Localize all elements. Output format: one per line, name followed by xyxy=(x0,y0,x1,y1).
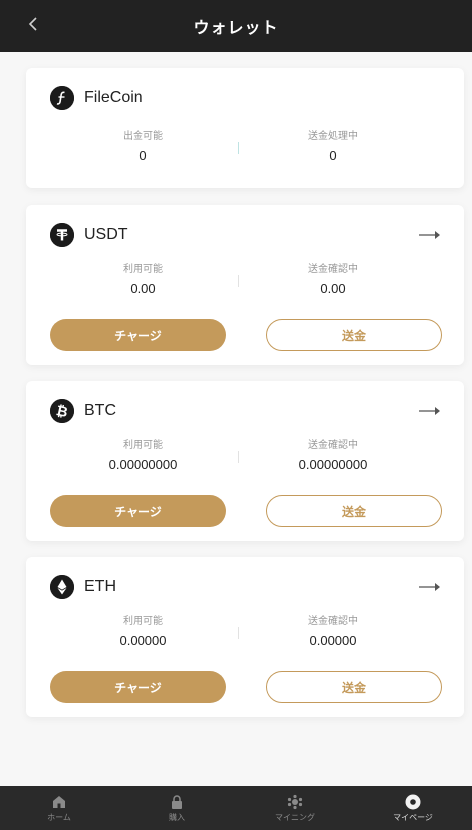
tab-home[interactable]: ホーム xyxy=(0,786,118,830)
available-balance: 利用可能 0.00 xyxy=(58,263,228,296)
column-divider xyxy=(238,627,239,639)
column-divider xyxy=(238,451,239,463)
balance-row: 利用可能 0.00 送金確認中 0.00 xyxy=(26,263,464,303)
balance-label: 利用可能 xyxy=(123,440,163,451)
charge-button[interactable]: チャージ xyxy=(50,319,226,351)
send-button[interactable]: 送金 xyxy=(266,319,442,351)
balance-row: 利用可能 0.00000000 送金確認中 0.00000000 xyxy=(26,439,464,479)
lock-icon xyxy=(172,794,182,809)
wallet-card-filecoin: FileCoin 出金可能 0 送金処理中 0 xyxy=(26,68,464,188)
coin-name: FileCoin xyxy=(84,89,143,106)
tether-icon xyxy=(50,223,74,247)
arrow-right-icon[interactable] xyxy=(418,579,442,595)
wallet-card-usdt: USDT 利用可能 0.00 送金確認中 0.00 チャージ 送金 xyxy=(26,205,464,365)
column-divider xyxy=(238,275,239,287)
balance-label: 送金処理中 xyxy=(308,131,358,142)
withdrawable-balance: 出金可能 0 xyxy=(58,130,228,163)
tab-mining[interactable]: マイニング xyxy=(236,786,354,830)
balance-value: 0.00 xyxy=(130,281,156,296)
available-balance: 利用可能 0.00000 xyxy=(58,615,228,648)
balance-label: 送金確認中 xyxy=(308,616,358,627)
tab-purchase[interactable]: 購入 xyxy=(118,786,236,830)
charge-button[interactable]: チャージ xyxy=(50,495,226,527)
send-button[interactable]: 送金 xyxy=(266,495,442,527)
filecoin-icon xyxy=(50,86,74,110)
confirming-balance: 送金確認中 0.00000 xyxy=(248,615,418,648)
page-title: ウォレット xyxy=(193,20,279,37)
ethereum-icon xyxy=(50,575,74,599)
bitcoin-icon: ₿ xyxy=(50,399,74,423)
balance-label: 利用可能 xyxy=(123,616,163,627)
charge-button[interactable]: チャージ xyxy=(50,671,226,703)
balance-value: 0.00000000 xyxy=(108,457,178,472)
coin-name: USDT xyxy=(84,226,128,243)
coin-name: BTC xyxy=(84,402,116,419)
balance-value: 0 xyxy=(139,148,147,163)
tab-label: 購入 xyxy=(169,812,185,822)
tab-mypage[interactable]: マイページ xyxy=(354,786,472,830)
confirming-balance: 送金確認中 0.00000000 xyxy=(248,439,418,472)
balance-label: 送金確認中 xyxy=(308,440,358,451)
balance-row: 出金可能 0 送金処理中 0 xyxy=(26,130,464,170)
wallet-card-eth: ETH 利用可能 0.00000 送金確認中 0.00000 チャージ 送金 xyxy=(26,557,464,717)
column-divider xyxy=(238,142,239,154)
mining-icon xyxy=(287,794,303,809)
available-balance: 利用可能 0.00000000 xyxy=(58,439,228,472)
arrow-right-icon[interactable] xyxy=(418,403,442,419)
tab-label: マイニング xyxy=(275,812,315,822)
tab-label: マイページ xyxy=(393,812,433,822)
balance-row: 利用可能 0.00000 送金確認中 0.00000 xyxy=(26,615,464,655)
balance-value: 0.00000 xyxy=(119,633,167,648)
confirming-balance: 送金確認中 0.00 xyxy=(248,263,418,296)
arrow-right-icon[interactable] xyxy=(418,227,442,243)
card-header: ₿ BTC xyxy=(50,399,116,423)
wallet-card-btc: ₿ BTC 利用可能 0.00000000 送金確認中 0.00000000 チ… xyxy=(26,381,464,541)
home-icon xyxy=(53,795,65,808)
balance-value: 0 xyxy=(329,148,337,163)
send-button[interactable]: 送金 xyxy=(266,671,442,703)
profile-icon xyxy=(405,794,421,809)
balance-value: 0.00 xyxy=(320,281,346,296)
pending-balance: 送金処理中 0 xyxy=(248,130,418,163)
balance-value: 0.00000 xyxy=(309,633,357,648)
balance-label: 出金可能 xyxy=(123,131,163,142)
balance-label: 送金確認中 xyxy=(308,264,358,275)
app-header: ウォレット xyxy=(0,0,472,52)
back-icon[interactable] xyxy=(24,14,44,34)
coin-name: ETH xyxy=(84,578,116,595)
balance-value: 0.00000000 xyxy=(298,457,368,472)
card-header: USDT xyxy=(50,223,128,247)
tab-label: ホーム xyxy=(47,812,71,822)
card-header: ETH xyxy=(50,575,116,599)
bottom-tab-bar: ホーム 購入 マイニング マイページ xyxy=(0,786,472,830)
card-header: FileCoin xyxy=(50,86,143,110)
balance-label: 利用可能 xyxy=(123,264,163,275)
